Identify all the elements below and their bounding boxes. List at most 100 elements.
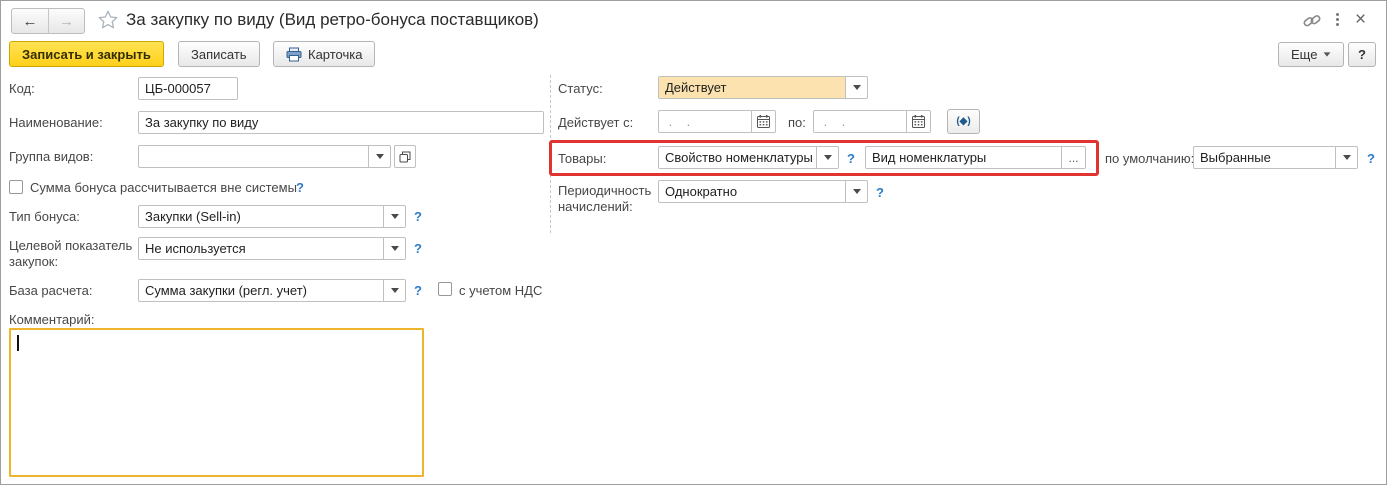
bonus-type-dropdown-button[interactable] (383, 206, 405, 227)
target-indicator-help-icon[interactable]: ? (414, 241, 422, 256)
group-value (139, 146, 368, 167)
save-button[interactable]: Записать (178, 41, 260, 67)
favorite-star-icon[interactable] (97, 9, 119, 36)
goods-value: Вид номенклатуры (872, 150, 987, 165)
goods-default-dropdown-button[interactable] (1335, 147, 1357, 168)
calc-base-value: Сумма закупки (регл. учет) (145, 283, 307, 298)
periodicity-value: Однократно (665, 184, 738, 199)
status-label: Статус: (558, 81, 603, 96)
periodicity-dropdown-button[interactable] (845, 181, 867, 202)
code-label: Код: (9, 81, 35, 96)
ellipsis-icon: ... (1068, 150, 1079, 165)
target-indicator-value: Не используется (145, 241, 246, 256)
valid-from-field[interactable]: . . (658, 110, 776, 133)
group-label: Группа видов: (9, 149, 94, 164)
bonus-type-help-icon[interactable]: ? (414, 209, 422, 224)
column-separator (550, 75, 551, 233)
card-button[interactable]: Карточка (273, 41, 376, 67)
help-button[interactable]: ? (1348, 42, 1376, 67)
valid-from-calendar-button[interactable] (751, 111, 775, 132)
goods-choose-button[interactable]: ... (1061, 147, 1085, 168)
external-bonus-label: Сумма бонуса рассчитывается вне системы (30, 180, 297, 195)
goods-kind-field[interactable]: Свойство номенклатуры (658, 146, 839, 169)
status-dropdown-button[interactable] (845, 77, 867, 98)
valid-to-value: . . (820, 114, 853, 129)
nav-button-group: ← → (11, 8, 85, 34)
target-indicator-dropdown-button[interactable] (383, 238, 405, 259)
name-label: Наименование: (9, 115, 103, 130)
status-value: Действует (659, 77, 845, 98)
bonus-type-field[interactable]: Закупки (Sell-in) (138, 205, 406, 228)
name-field[interactable]: За закупку по виду (138, 111, 544, 134)
more-button[interactable]: Еще (1278, 42, 1345, 67)
vat-label: с учетом НДС (459, 283, 543, 298)
save-and-close-label: Записать и закрыть (22, 46, 151, 62)
calendar-icon (757, 115, 770, 128)
name-value: За закупку по виду (145, 115, 259, 130)
periodicity-label: Периодичность начислений: (558, 183, 652, 214)
goods-default-label: по умолчанию: (1105, 151, 1195, 166)
target-indicator-label: Целевой показатель закупок: (9, 238, 133, 269)
goods-kind-dropdown-button[interactable] (816, 147, 838, 168)
comment-textarea[interactable] (9, 328, 424, 477)
goods-value-field[interactable]: Вид номенклатуры ... (865, 146, 1086, 169)
calendar-icon (912, 115, 925, 128)
group-dropdown-button[interactable] (368, 146, 390, 167)
goods-help-icon[interactable]: ? (847, 151, 855, 166)
comment-label: Комментарий: (9, 312, 95, 327)
form-window: ← → За закупку по виду (Вид ретро-бонуса… (0, 0, 1387, 485)
dropdown-arrow-icon (390, 288, 399, 293)
chevron-down-icon (1324, 52, 1331, 57)
forward-button[interactable]: → (48, 9, 84, 33)
save-and-close-button[interactable]: Записать и закрыть (9, 41, 164, 67)
close-icon[interactable]: × (1355, 10, 1366, 29)
vat-checkbox[interactable] (438, 282, 452, 296)
dropdown-arrow-icon (390, 214, 399, 219)
valid-from-label: Действует с: (558, 115, 634, 130)
link-icon[interactable] (1301, 12, 1323, 35)
bonus-type-value: Закупки (Sell-in) (145, 209, 241, 224)
goods-label: Товары: (558, 151, 607, 166)
save-label: Записать (191, 46, 247, 62)
help-button-label: ? (1358, 47, 1366, 62)
goods-default-field[interactable]: Выбранные (1193, 146, 1358, 169)
period-picker-icon: (◆) (956, 116, 971, 127)
calc-base-label: База расчета: (9, 283, 93, 298)
open-in-window-icon (399, 151, 411, 163)
back-button[interactable]: ← (12, 9, 48, 33)
page-title: За закупку по виду (Вид ретро-бонуса пос… (126, 10, 539, 29)
group-open-button[interactable] (394, 145, 416, 168)
printer-icon (286, 47, 302, 62)
target-indicator-field[interactable]: Не используется (138, 237, 406, 260)
dropdown-arrow-icon (390, 246, 399, 251)
dropdown-arrow-icon (852, 189, 861, 194)
calc-base-field[interactable]: Сумма закупки (регл. учет) (138, 279, 406, 302)
goods-kind-value: Свойство номенклатуры (665, 150, 813, 165)
goods-default-value: Выбранные (1200, 150, 1271, 165)
valid-to-field[interactable]: . . (813, 110, 931, 133)
code-value: ЦБ-000057 (145, 81, 211, 96)
valid-from-value: . . (665, 114, 698, 129)
back-arrow-icon: ← (22, 12, 38, 30)
code-field[interactable]: ЦБ-000057 (138, 77, 238, 100)
valid-to-label: по: (788, 115, 806, 130)
more-dots-icon[interactable] (1336, 13, 1339, 26)
period-picker-button[interactable]: (◆) (947, 109, 980, 134)
periodicity-field[interactable]: Однократно (658, 180, 868, 203)
calc-base-dropdown-button[interactable] (383, 280, 405, 301)
goods-default-help-icon[interactable]: ? (1367, 151, 1375, 166)
external-bonus-help-icon[interactable]: ? (296, 180, 304, 195)
periodicity-help-icon[interactable]: ? (876, 185, 884, 200)
status-field[interactable]: Действует (658, 76, 868, 99)
more-label: Еще (1291, 47, 1318, 62)
external-bonus-checkbox[interactable] (9, 180, 23, 194)
valid-to-calendar-button[interactable] (906, 111, 930, 132)
forward-arrow-icon: → (59, 12, 74, 30)
dropdown-arrow-icon (375, 154, 384, 159)
dropdown-arrow-icon (1342, 155, 1351, 160)
group-field[interactable] (138, 145, 391, 168)
dropdown-arrow-icon (852, 85, 861, 90)
calc-base-help-icon[interactable]: ? (414, 283, 422, 298)
text-cursor (17, 335, 19, 351)
dropdown-arrow-icon (823, 155, 832, 160)
